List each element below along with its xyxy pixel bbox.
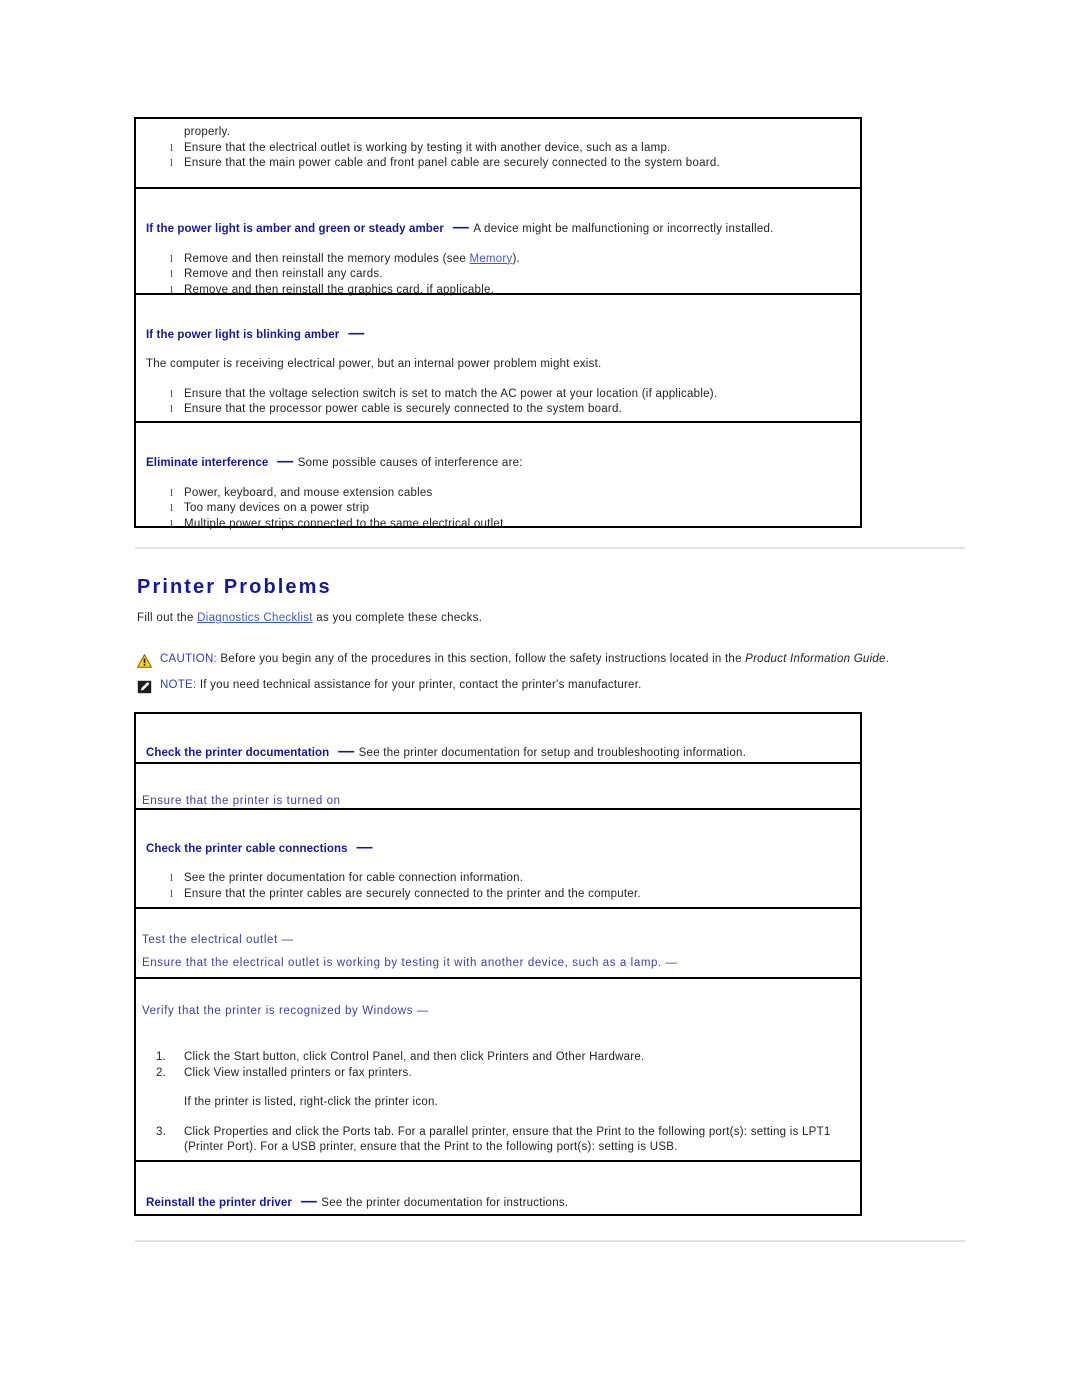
list-item: Remove and then reinstall the graphics c… (146, 283, 850, 299)
list-item: Ensure that the electrical outlet is wor… (146, 141, 850, 157)
note-pencil-icon (137, 680, 152, 697)
caution-label: CAUTION: (160, 653, 217, 665)
note-label: NOTE: (160, 679, 197, 691)
em-dash: — (356, 839, 373, 856)
blinking-amber-body: The computer is receiving electrical pow… (146, 358, 602, 370)
table-row: If the power light is amber and green or… (136, 189, 860, 298)
check-printer-documentation-text: See the printer documentation for setup … (358, 747, 747, 759)
em-dash: — (348, 325, 365, 342)
section-divider-top (135, 547, 965, 549)
check-printer-cable-title: Check the printer cable connections (146, 843, 348, 855)
table-row: If the power light is blinking amber — T… (136, 295, 860, 423)
list-item: Remove and then reinstall any cards. (146, 267, 850, 283)
blinking-amber-bullet-list: Ensure that the voltage selection switch… (146, 387, 850, 418)
caution-text-before: Before you begin any of the procedures i… (216, 653, 746, 665)
intro-after: as you complete these checks. (312, 612, 483, 624)
list-item: Ensure that the processor power cable is… (146, 402, 850, 418)
reinstall-printer-driver-title: Reinstall the printer driver (146, 1197, 292, 1209)
list-item: See the printer documentation for cable … (146, 871, 850, 887)
eliminate-interference-title-rest: Some possible causes of interference are… (297, 457, 523, 469)
table-row: Eliminate interference — Some possible c… (136, 423, 860, 532)
diagnostics-checklist-link[interactable]: Diagnostics Checklist (197, 612, 313, 624)
memory-bullet-prefix: Remove and then reinstall the memory mod… (184, 252, 470, 265)
list-item: Click the Start button, click Control Pa… (156, 1050, 645, 1065)
power-problems-table: properly. Ensure that the electrical out… (134, 117, 862, 532)
printer-turned-on-title: Ensure that the printer is turned on (142, 795, 341, 807)
memory-link[interactable]: Memory (469, 253, 512, 265)
document-page: properly. Ensure that the electrical out… (0, 0, 1080, 1397)
warning-triangle-icon (137, 654, 152, 671)
amber-green-title: If the power light is amber and green or… (146, 223, 444, 235)
em-dash: — (338, 743, 355, 760)
continued-bullet-list: Ensure that the electrical outlet is wor… (146, 141, 850, 172)
amber-green-heading: If the power light is amber and green or… (146, 219, 850, 238)
list-item: Click View installed printers or fax pri… (156, 1066, 412, 1081)
reinstall-printer-driver-text: See the printer documentation for instru… (321, 1197, 569, 1209)
test-electrical-outlet-body: Ensure that the electrical outlet is wor… (142, 957, 678, 969)
verify-printer-recognized-title: Verify that the printer is recognized by… (142, 1005, 429, 1017)
page-title: Printer Problems (137, 576, 332, 598)
em-dash: — (452, 219, 469, 236)
table-row: Reinstall the printer driver — See the p… (136, 1162, 860, 1214)
table-row: properly. Ensure that the electrical out… (136, 119, 860, 189)
table-row: Verify that the printer is recognized by… (136, 979, 860, 1162)
printer-problems-table: Check the printer documentation — See th… (134, 712, 862, 1216)
list-item: Power, keyboard, and mouse extension cab… (146, 486, 850, 502)
amber-green-title-rest: A device might be malfunctioning or inco… (473, 223, 774, 235)
blinking-amber-heading: If the power light is blinking amber — (146, 325, 850, 343)
memory-bullet-suffix: ). (512, 252, 520, 265)
blinking-amber-title: If the power light is blinking amber (146, 329, 340, 341)
table-row: Test the electrical outlet — Ensure that… (136, 909, 860, 979)
caution-admonition: CAUTION: Before you begin any of the pro… (137, 653, 889, 671)
note-text-body: If you need technical assistance for you… (196, 679, 642, 691)
section-divider-bottom (135, 1240, 965, 1242)
test-electrical-outlet-title: Test the electrical outlet — (142, 934, 294, 946)
list-item: Multiple power strips connected to the s… (146, 517, 850, 533)
list-item: Too many devices on a power strip (146, 501, 850, 517)
em-dash: — (300, 1193, 317, 1210)
check-printer-cable-heading: Check the printer cable connections — (146, 839, 850, 857)
continued-lead-text: properly. (184, 126, 231, 138)
note-admonition: NOTE: If you need technical assistance f… (137, 679, 642, 697)
list-item: Ensure that the printer cables are secur… (146, 887, 850, 903)
verify-printer-steps: Click the Start button, click Control Pa… (142, 1050, 850, 1156)
check-printer-cable-bullet-list: See the printer documentation for cable … (146, 871, 850, 902)
intro-before: Fill out the (137, 612, 198, 624)
eliminate-interference-title: Eliminate interference (146, 457, 269, 469)
eliminate-interference-bullet-list: Power, keyboard, and mouse extension cab… (146, 486, 850, 533)
caution-text-italic: Product Information Guide (745, 653, 886, 665)
section-intro: Fill out the Diagnostics Checklist as yo… (137, 612, 482, 624)
table-row: Ensure that the printer is turned on (136, 764, 860, 810)
list-item: Ensure that the main power cable and fro… (146, 156, 850, 172)
caution-text-after: . (885, 653, 890, 665)
list-item: Remove and then reinstall the memory mod… (146, 252, 850, 268)
check-printer-documentation-title: Check the printer documentation (146, 747, 330, 759)
list-item: Click Properties and click the Ports tab… (156, 1125, 831, 1154)
note-text: NOTE: If you need technical assistance f… (160, 679, 642, 691)
verify-printer-interstitial: If the printer is listed, right-click th… (184, 1096, 439, 1108)
table-row: Check the printer cable connections — Se… (136, 810, 860, 909)
caution-text: CAUTION: Before you begin any of the pro… (160, 653, 889, 665)
amber-green-bullet-list: Remove and then reinstall the memory mod… (146, 252, 850, 299)
list-item: Ensure that the voltage selection switch… (146, 387, 850, 403)
table-row: Check the printer documentation — See th… (136, 714, 860, 764)
em-dash: — (277, 453, 294, 470)
eliminate-interference-heading: Eliminate interference — Some possible c… (146, 453, 850, 472)
